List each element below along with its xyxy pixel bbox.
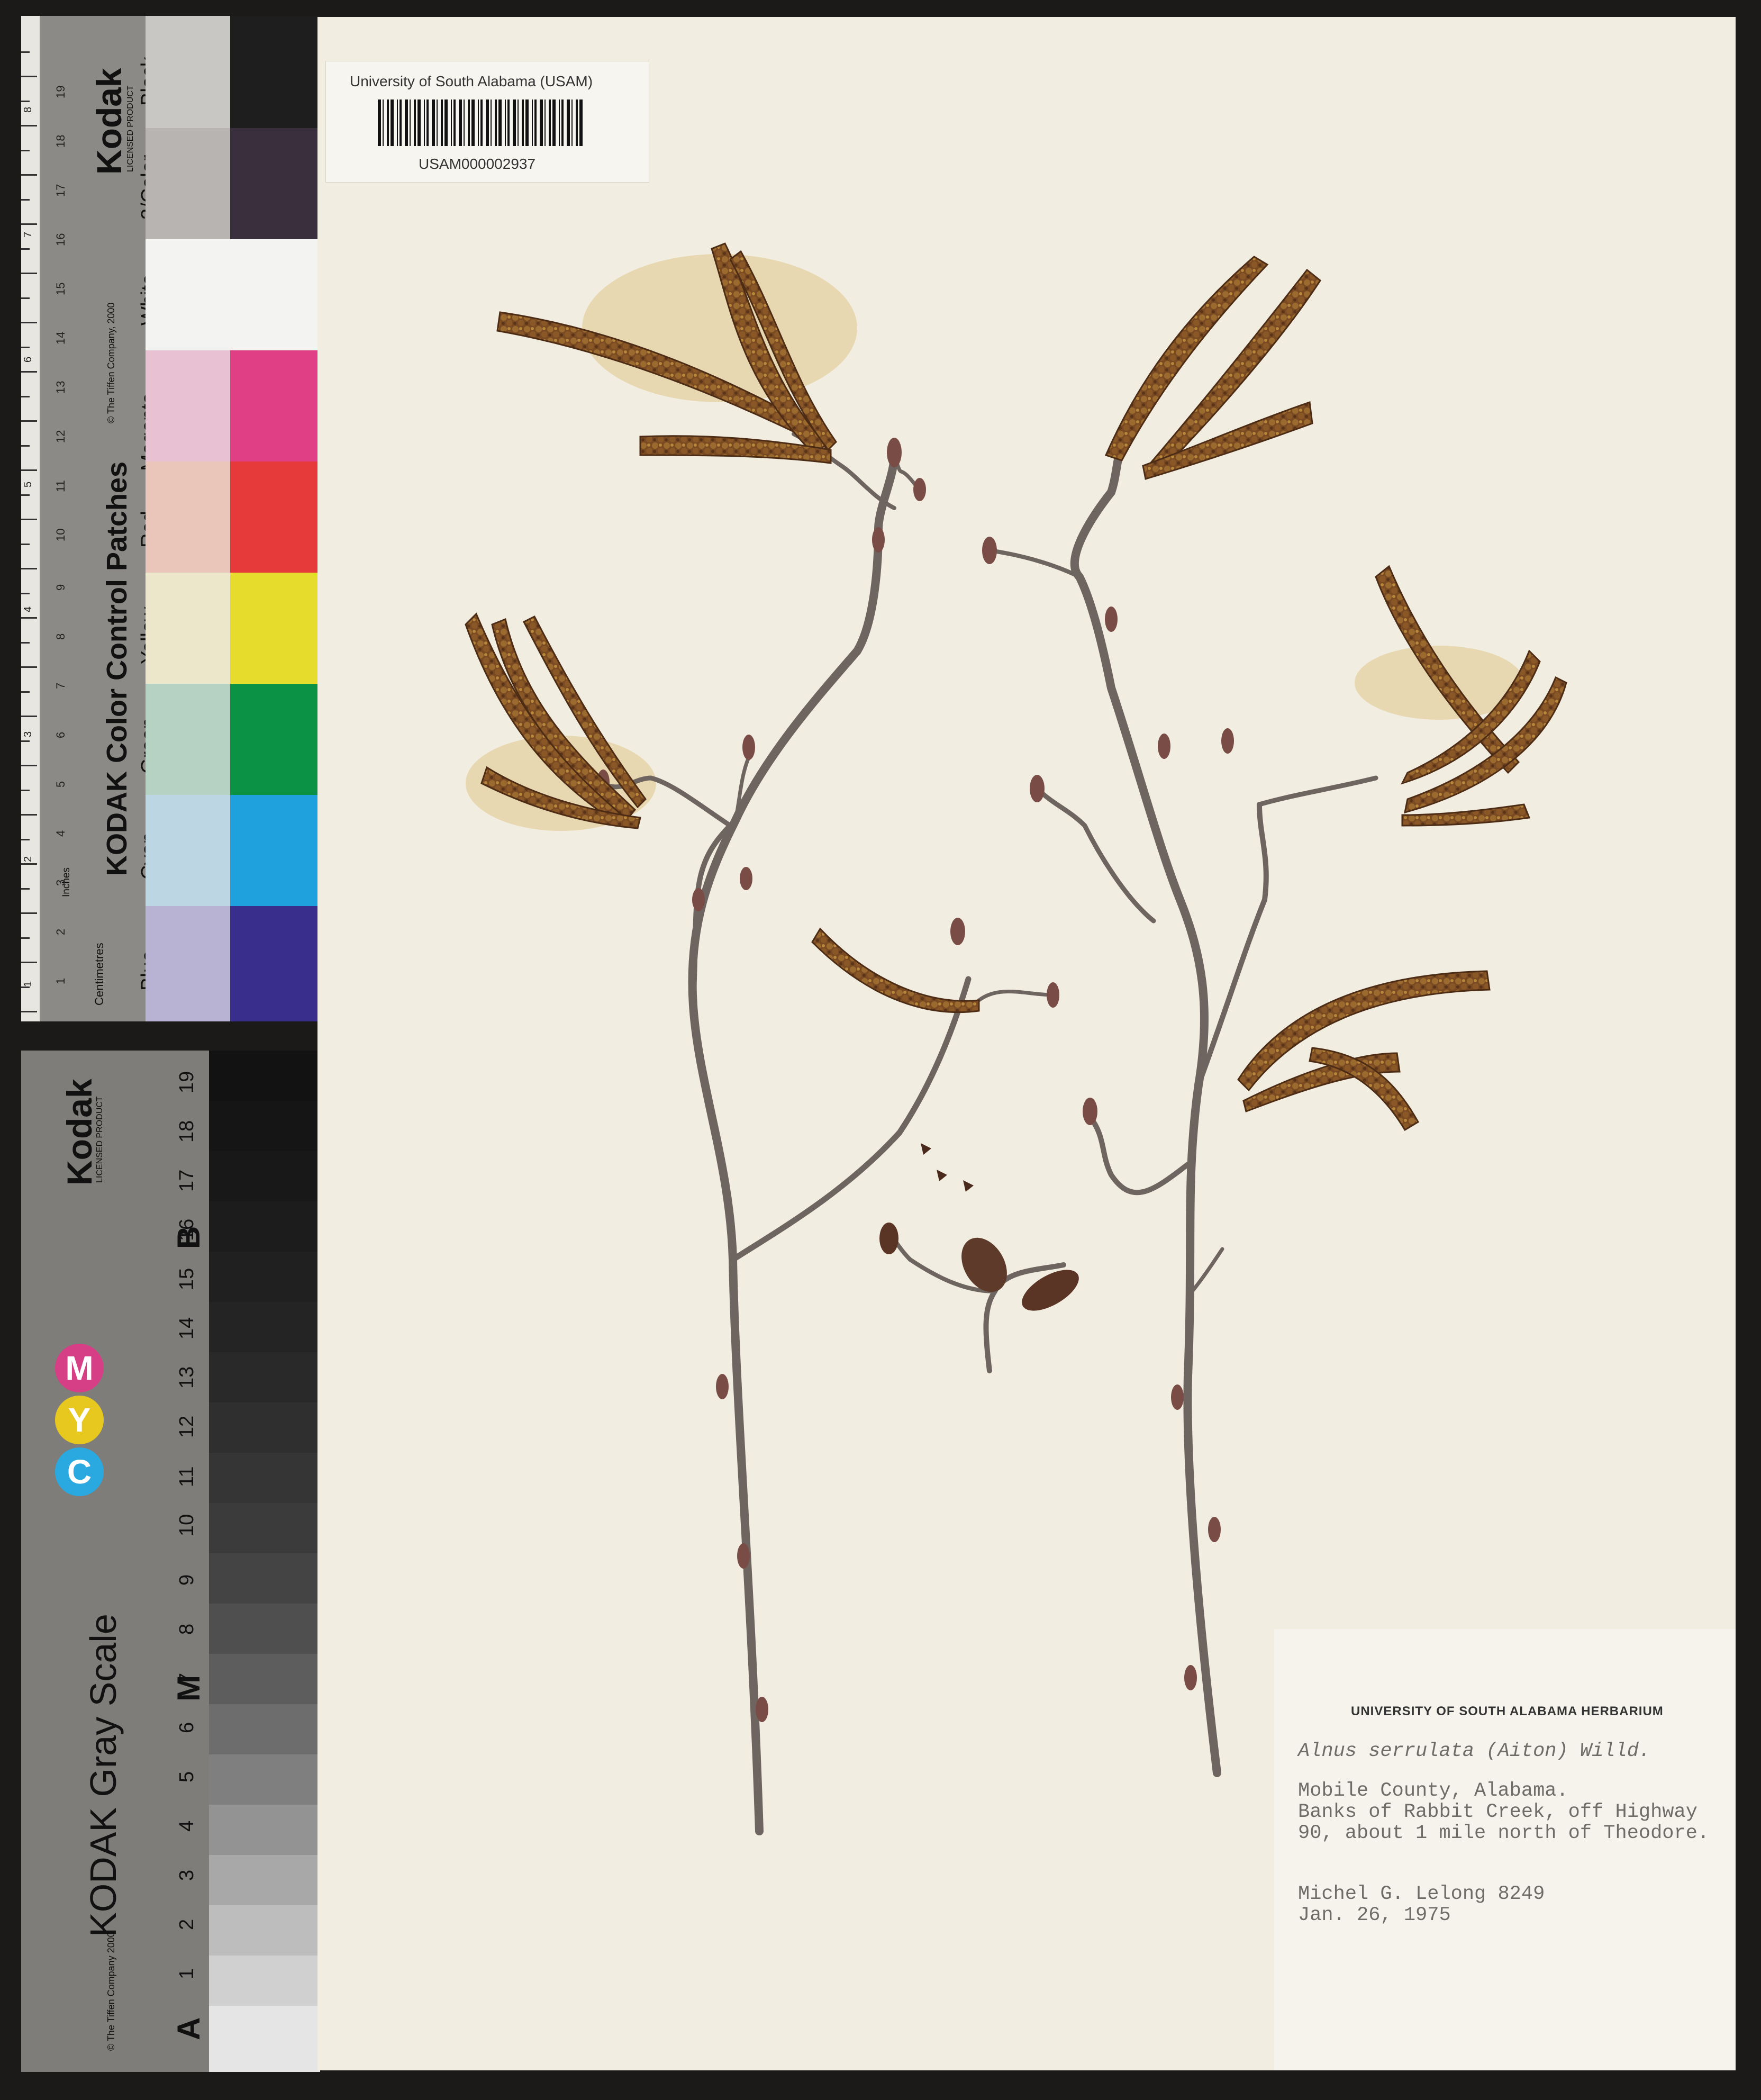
barcode-bar [513,99,516,146]
collector: Michel G. Lelong 8249 [1298,1883,1545,1905]
barcode-bar [417,99,421,146]
barcode-bar [559,99,560,146]
barcode-bar [544,99,546,146]
taxon-name: Alnus serrulata (Aiton) Willd. [1298,1740,1651,1762]
barcode-bar [471,99,475,146]
barcode-bar [453,99,456,146]
plant-buds [597,427,1234,1722]
barcode-bar [525,99,529,146]
barcode-bar [378,99,381,146]
barcode-bar [410,99,411,146]
barcode-bar [397,99,398,146]
barcode-bar [495,99,497,146]
institution-name: University of South Alabama (USAM) [350,73,593,89]
barcode-bar [424,99,425,146]
barcode-bar [507,99,510,146]
barcode-bar [468,99,470,146]
barcode-bar [567,99,570,146]
barcode-bar [552,99,556,146]
barcode-bar [405,99,408,146]
herbarium-label: UNIVERSITY OF SOUTH ALABAMA HERBARIUM Al… [1274,1629,1736,2070]
barcode-bar [387,99,389,146]
barcode-bar [571,99,573,146]
barcode-bar [437,99,438,146]
barcode-label: University of South Alabama (USAM) USAM0… [325,61,649,183]
barcode-bar [505,99,506,146]
locality-line-3: 90, about 1 mile north of Theodore. [1298,1822,1710,1844]
plant-stems [601,432,1378,1835]
barcode-bar [414,99,416,146]
barcode-bar [459,99,462,146]
barcode-bar [391,99,394,146]
barcode-bar [441,99,443,146]
barcode-bar [383,99,384,146]
barcode-bar [522,99,524,146]
barcode-bar [518,99,519,146]
catalog-number: USAM000002937 [419,156,536,172]
collection-date: Jan. 26, 1975 [1298,1904,1451,1926]
barcode-bar [498,99,502,146]
locality-line-2: Banks of Rabbit Creek, off Highway [1298,1801,1698,1823]
locality-line-1: Mobile County, Alabama. [1298,1780,1568,1802]
barcode-bar [451,99,452,146]
barcode-bar [532,99,533,146]
barcode-bar [478,99,479,146]
herbarium-header: UNIVERSITY OF SOUTH ALABAMA HERBARIUM [1351,1704,1664,1718]
barcode-bar [534,99,537,146]
barcode-bar [400,99,402,146]
barcode-bar [491,99,492,146]
barcode-bar [579,99,583,146]
barcode-bar [444,99,448,146]
barcode-bar [540,99,543,146]
barcode-bar [432,99,435,146]
barcode-bar [576,99,578,146]
barcode-bar [464,99,465,146]
barcode-bar [549,99,551,146]
barcode-icon [378,99,583,146]
barcode-bar [486,99,489,146]
barcode-bar [426,99,429,146]
barcode-bar [480,99,483,146]
barcode-bar [561,99,564,146]
